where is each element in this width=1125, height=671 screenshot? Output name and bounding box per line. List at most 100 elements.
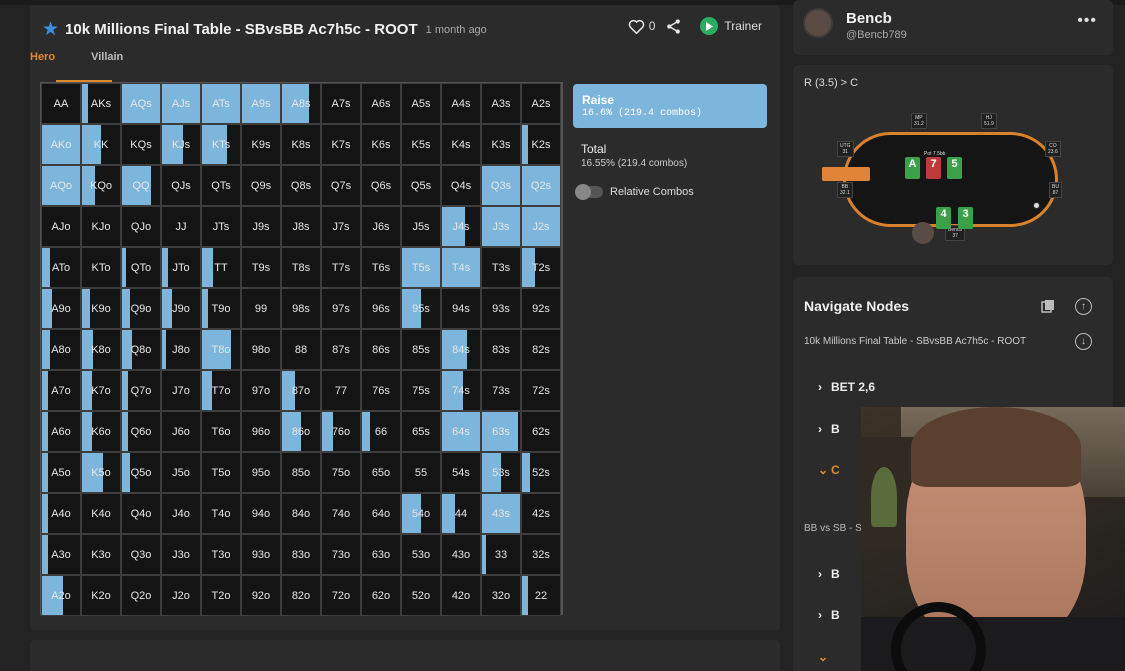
hand-cell[interactable]: 64o — [361, 493, 401, 534]
hand-cell[interactable]: J5s — [401, 206, 441, 247]
hand-cell[interactable]: JTo — [161, 247, 201, 288]
hand-cell[interactable]: QTo — [121, 247, 161, 288]
hand-cell[interactable]: 75s — [401, 370, 441, 411]
hand-cell[interactable]: 63s — [481, 411, 521, 452]
hand-cell[interactable]: 53s — [481, 452, 521, 493]
hand-cell[interactable]: 33 — [481, 534, 521, 575]
root-node[interactable]: 10k Millions Final Table - SBvsBB Ac7h5c… — [804, 336, 1026, 347]
hand-cell[interactable]: 84o — [281, 493, 321, 534]
hand-cell[interactable]: A5o — [41, 452, 81, 493]
arrow-up-icon[interactable]: ↑ — [1075, 298, 1092, 315]
hand-cell[interactable]: 52o — [401, 575, 441, 616]
hand-cell[interactable]: 92o — [241, 575, 281, 616]
hand-cell[interactable]: J4o — [161, 493, 201, 534]
hand-cell[interactable]: J4s — [441, 206, 481, 247]
node-bet[interactable]: › BET 2,6 — [793, 380, 875, 394]
hand-cell[interactable]: 76o — [321, 411, 361, 452]
hand-cell[interactable]: T3s — [481, 247, 521, 288]
hand-cell[interactable]: Q5o — [121, 452, 161, 493]
hand-cell[interactable]: K9s — [241, 124, 281, 165]
hand-cell[interactable]: KTs — [201, 124, 241, 165]
hand-cell[interactable]: 62s — [521, 411, 561, 452]
hand-cell[interactable]: KJs — [161, 124, 201, 165]
hand-cell[interactable]: KTo — [81, 247, 121, 288]
hand-cell[interactable]: 65s — [401, 411, 441, 452]
hand-cell[interactable]: J7s — [321, 206, 361, 247]
hand-cell[interactable]: 94o — [241, 493, 281, 534]
profile-name[interactable]: Bencb — [846, 10, 892, 27]
hand-cell[interactable]: 85o — [281, 452, 321, 493]
hand-cell[interactable]: K3s — [481, 124, 521, 165]
hand-cell[interactable]: AQo — [41, 165, 81, 206]
hand-cell[interactable]: J9s — [241, 206, 281, 247]
hand-cell[interactable]: 66 — [361, 411, 401, 452]
hand-cell[interactable]: 52s — [521, 452, 561, 493]
hand-cell[interactable]: 65o — [361, 452, 401, 493]
hand-cell[interactable]: T8o — [201, 329, 241, 370]
hand-cell[interactable]: KJo — [81, 206, 121, 247]
hand-cell[interactable]: 85s — [401, 329, 441, 370]
hand-cell[interactable]: AA — [41, 83, 81, 124]
hand-cell[interactable]: T6s — [361, 247, 401, 288]
hand-cell[interactable]: 64s — [441, 411, 481, 452]
hand-cell[interactable]: J9o — [161, 288, 201, 329]
raise-action-box[interactable]: Raise 16.6% (219.4 combos) — [573, 84, 767, 128]
hand-cell[interactable]: 84s — [441, 329, 481, 370]
hand-cell[interactable]: K2o — [81, 575, 121, 616]
hand-cell[interactable]: KQs — [121, 124, 161, 165]
hand-cell[interactable]: 63o — [361, 534, 401, 575]
node-4[interactable]: › B — [793, 567, 840, 581]
hand-cell[interactable]: 93o — [241, 534, 281, 575]
hand-cell[interactable]: K2s — [521, 124, 561, 165]
hand-cell[interactable]: 32s — [521, 534, 561, 575]
hand-cell[interactable]: T8s — [281, 247, 321, 288]
hand-cell[interactable]: 86s — [361, 329, 401, 370]
hand-cell[interactable]: QJo — [121, 206, 161, 247]
hand-cell[interactable]: Q6s — [361, 165, 401, 206]
hand-cell[interactable]: J6s — [361, 206, 401, 247]
hand-cell[interactable]: AJs — [161, 83, 201, 124]
hand-cell[interactable]: AKs — [81, 83, 121, 124]
hand-cell[interactable]: 44 — [441, 493, 481, 534]
hand-cell[interactable]: 87o — [281, 370, 321, 411]
hand-cell[interactable]: T6o — [201, 411, 241, 452]
hand-cell[interactable]: K5s — [401, 124, 441, 165]
hand-cell[interactable]: 53o — [401, 534, 441, 575]
share-icon[interactable] — [665, 18, 682, 35]
hand-cell[interactable]: J8o — [161, 329, 201, 370]
tab-villain[interactable]: Villain — [91, 51, 123, 63]
relative-combos-toggle[interactable] — [575, 184, 603, 200]
hand-cell[interactable]: 73o — [321, 534, 361, 575]
hand-cell[interactable]: K6s — [361, 124, 401, 165]
hand-cell[interactable]: A6s — [361, 83, 401, 124]
hand-cell[interactable]: K8s — [281, 124, 321, 165]
hand-cell[interactable]: Q3o — [121, 534, 161, 575]
hand-cell[interactable]: AJo — [41, 206, 81, 247]
hand-cell[interactable]: 72o — [321, 575, 361, 616]
hand-cell[interactable]: 88 — [281, 329, 321, 370]
hand-cell[interactable]: K7o — [81, 370, 121, 411]
hand-cell[interactable]: 98o — [241, 329, 281, 370]
hand-cell[interactable]: Q7o — [121, 370, 161, 411]
hand-cell[interactable]: 86o — [281, 411, 321, 452]
avatar[interactable] — [803, 8, 833, 38]
hand-cell[interactable]: QJs — [161, 165, 201, 206]
node-6[interactable]: ⌄ — [793, 650, 828, 664]
hand-cell[interactable]: 73s — [481, 370, 521, 411]
hand-cell[interactable]: J3o — [161, 534, 201, 575]
hand-cell[interactable]: A5s — [401, 83, 441, 124]
hand-cell[interactable]: 92s — [521, 288, 561, 329]
hand-cell[interactable]: T3o — [201, 534, 241, 575]
hand-cell[interactable]: 22 — [521, 575, 561, 616]
hand-cell[interactable]: Q8o — [121, 329, 161, 370]
hand-cell[interactable]: 96s — [361, 288, 401, 329]
hand-cell[interactable]: T5s — [401, 247, 441, 288]
hand-cell[interactable]: A8o — [41, 329, 81, 370]
hand-cell[interactable]: Q2s — [521, 165, 561, 206]
hand-cell[interactable]: A8s — [281, 83, 321, 124]
hand-cell[interactable]: 83s — [481, 329, 521, 370]
hand-cell[interactable]: Q3s — [481, 165, 521, 206]
hand-cell[interactable]: JJ — [161, 206, 201, 247]
hand-cell[interactable]: Q9s — [241, 165, 281, 206]
hand-cell[interactable]: 54o — [401, 493, 441, 534]
